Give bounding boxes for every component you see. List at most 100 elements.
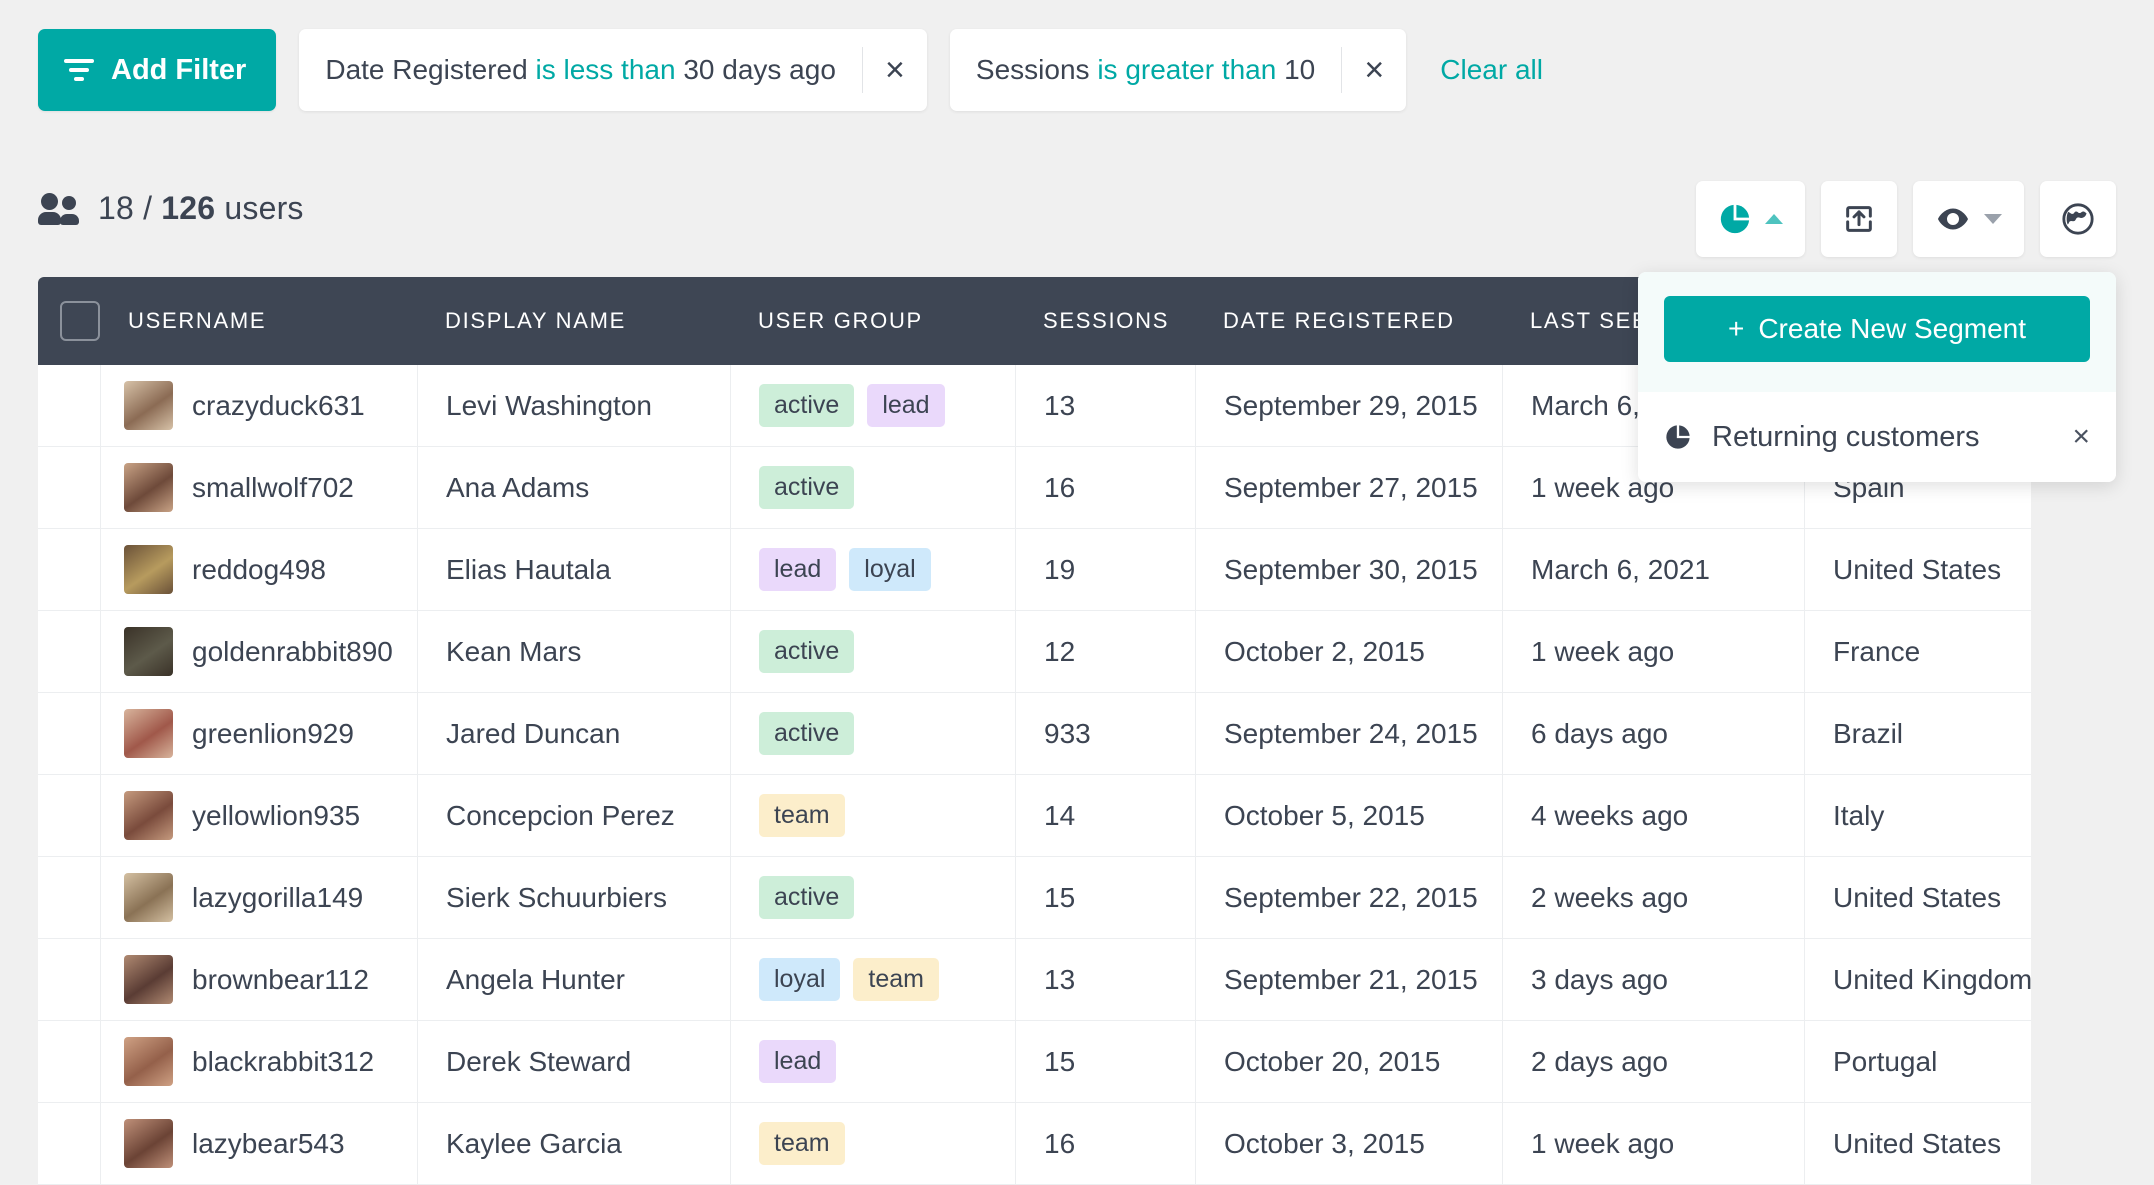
row-select-cell[interactable] (38, 1103, 100, 1184)
cell-country: France (1804, 611, 2031, 692)
username-text: reddog498 (192, 554, 326, 586)
user-group-tag: active (759, 712, 854, 755)
row-select-cell[interactable] (38, 447, 100, 528)
cell-date-registered: October 3, 2015 (1195, 1103, 1502, 1184)
column-header-user-group[interactable]: USER GROUP (730, 277, 1015, 365)
column-header-date-registered[interactable]: DATE REGISTERED (1195, 277, 1502, 365)
segment-list-item[interactable]: Returning customers × (1638, 392, 2116, 482)
avatar (124, 791, 173, 840)
remove-filter-icon[interactable]: × (863, 29, 927, 111)
cell-country: Portugal (1804, 1021, 2031, 1102)
filter-chip-operator: is greater than (1097, 54, 1276, 85)
row-select-cell[interactable] (38, 365, 100, 446)
row-select-cell[interactable] (38, 857, 100, 938)
users-icon (38, 193, 82, 225)
cell-date-registered: September 29, 2015 (1195, 365, 1502, 446)
remove-segment-icon[interactable]: × (2072, 420, 2090, 454)
select-all-checkbox[interactable] (60, 301, 100, 341)
table-body: crazyduck631Levi Washingtonactivelead13S… (38, 365, 2031, 1185)
cell-last-seen: 2 weeks ago (1502, 857, 1804, 938)
cell-display-name: Kaylee Garcia (417, 1103, 730, 1184)
table-row[interactable]: goldenrabbit890Kean Marsactive12October … (38, 611, 2031, 693)
user-group-tag: loyal (759, 958, 840, 1001)
row-select-cell[interactable] (38, 529, 100, 610)
user-count-separator: / (143, 190, 152, 226)
username-text: smallwolf702 (192, 472, 354, 504)
cell-display-name: Sierk Schuurbiers (417, 857, 730, 938)
row-select-cell[interactable] (38, 693, 100, 774)
cell-date-registered: October 2, 2015 (1195, 611, 1502, 692)
filter-chip-text: Date Registered is less than 30 days ago (299, 56, 862, 84)
cell-user-group: active (730, 693, 1015, 774)
cell-sessions: 19 (1015, 529, 1195, 610)
add-filter-label: Add Filter (111, 54, 246, 87)
create-new-segment-button[interactable]: + Create New Segment (1664, 296, 2090, 362)
cell-date-registered: September 24, 2015 (1195, 693, 1502, 774)
visible-columns-button[interactable] (1913, 181, 2024, 257)
row-select-cell[interactable] (38, 775, 100, 856)
column-header-sessions[interactable]: SESSIONS (1015, 277, 1195, 365)
cell-last-seen: 1 week ago (1502, 1103, 1804, 1184)
cell-last-seen: 4 weeks ago (1502, 775, 1804, 856)
segments-panel-top: + Create New Segment (1638, 272, 2116, 392)
user-group-tag: team (759, 1122, 845, 1165)
cell-sessions: 13 (1015, 939, 1195, 1020)
avatar (124, 381, 173, 430)
filter-chip-field: Sessions (976, 54, 1090, 85)
row-select-cell[interactable] (38, 939, 100, 1020)
table-row[interactable]: yellowlion935Concepcion Perezteam14Octob… (38, 775, 2031, 857)
globe-icon (2061, 202, 2095, 236)
user-count-summary: 18 / 126 users (38, 190, 304, 227)
username-text: greenlion929 (192, 718, 354, 750)
cell-country: United States (1804, 857, 2031, 938)
clear-all-link[interactable]: Clear all (1440, 54, 1543, 86)
cell-last-seen: 2 days ago (1502, 1021, 1804, 1102)
filter-chip-sessions[interactable]: Sessions is greater than 10 × (950, 29, 1406, 111)
table-row[interactable]: lazybear543Kaylee Garciateam16October 3,… (38, 1103, 2031, 1185)
cell-country: United States (1804, 1103, 2031, 1184)
filter-chip-operator: is less than (535, 54, 675, 85)
add-filter-button[interactable]: Add Filter (38, 29, 276, 111)
user-count-shown: 18 (98, 190, 134, 226)
cell-user-group: leadloyal (730, 529, 1015, 610)
export-button[interactable] (1821, 181, 1897, 257)
cell-display-name: Elias Hautala (417, 529, 730, 610)
user-group-tag: active (759, 876, 854, 919)
avatar (124, 1037, 173, 1086)
cell-sessions: 15 (1015, 857, 1195, 938)
cell-display-name: Angela Hunter (417, 939, 730, 1020)
export-icon (1842, 202, 1876, 236)
cell-user-group: activelead (730, 365, 1015, 446)
avatar (124, 955, 173, 1004)
avatar (124, 463, 173, 512)
user-group-tag: active (759, 630, 854, 673)
table-row[interactable]: blackrabbit312Derek Stewardlead15October… (38, 1021, 2031, 1103)
globe-button[interactable] (2040, 181, 2116, 257)
table-row[interactable]: brownbear112Angela Hunterloyalteam13Sept… (38, 939, 2031, 1021)
row-select-cell[interactable] (38, 1021, 100, 1102)
avatar (124, 709, 173, 758)
table-row[interactable]: greenlion929Jared Duncanactive933Septemb… (38, 693, 2031, 775)
username-text: lazybear543 (192, 1128, 345, 1160)
column-header-username[interactable]: USERNAME (100, 277, 417, 365)
row-select-cell[interactable] (38, 611, 100, 692)
segments-button[interactable] (1696, 181, 1805, 257)
cell-sessions: 16 (1015, 447, 1195, 528)
cell-country: Italy (1804, 775, 2031, 856)
cell-display-name: Levi Washington (417, 365, 730, 446)
cell-user-group: team (730, 1103, 1015, 1184)
cell-last-seen: March 6, 2021 (1502, 529, 1804, 610)
cell-date-registered: October 5, 2015 (1195, 775, 1502, 856)
table-row[interactable]: lazygorilla149Sierk Schuurbiersactive15S… (38, 857, 2031, 939)
remove-filter-icon[interactable]: × (1342, 29, 1406, 111)
avatar (124, 873, 173, 922)
cell-date-registered: September 21, 2015 (1195, 939, 1502, 1020)
cell-last-seen: 6 days ago (1502, 693, 1804, 774)
user-group-tag: lead (759, 548, 836, 591)
user-group-tag: lead (867, 384, 944, 427)
filter-chip-date-registered[interactable]: Date Registered is less than 30 days ago… (299, 29, 927, 111)
cell-country: Brazil (1804, 693, 2031, 774)
table-toolbar (1696, 181, 2116, 257)
table-row[interactable]: reddog498Elias Hautalaleadloyal19Septemb… (38, 529, 2031, 611)
column-header-display-name[interactable]: DISPLAY NAME (417, 277, 730, 365)
